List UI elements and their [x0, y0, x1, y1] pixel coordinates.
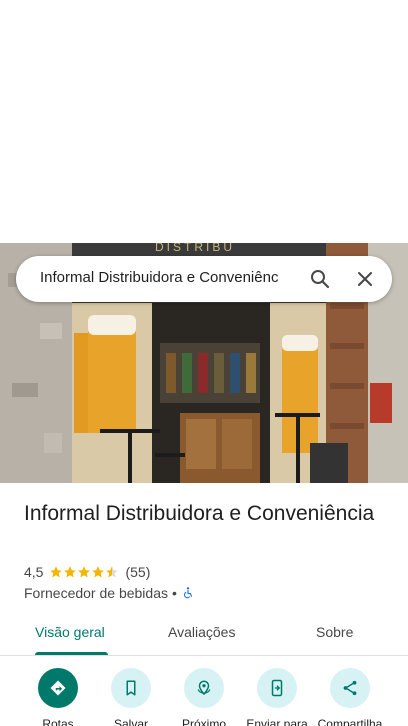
star-icon [92, 566, 105, 578]
nearby-icon [197, 680, 211, 696]
star-icon [64, 566, 77, 578]
save-button[interactable]: Salvar [93, 668, 169, 726]
directions-label: Rotas [42, 717, 74, 726]
search-bar[interactable]: Informal Distribuidora e Conveniênc [16, 256, 392, 302]
search-icon[interactable] [308, 267, 332, 291]
send-to-phone-button[interactable]: Enviar para [239, 668, 315, 726]
action-bar: Rotas Salvar Próximo Enviar para Compart… [0, 668, 408, 726]
tab-indicator [35, 652, 108, 655]
tab-about[interactable]: Sobre [316, 624, 353, 640]
photo-sign-text: DISTRIBU [155, 243, 235, 254]
nearby-label: Próximo [181, 717, 226, 726]
separator-dot: • [172, 585, 177, 601]
category-label: Fornecedor de bebidas [24, 585, 168, 601]
star-icon [50, 566, 63, 578]
place-title: Informal Distribuidora e Conveniência [24, 502, 375, 525]
directions-icon [50, 680, 66, 696]
wheelchair-icon [183, 587, 192, 599]
rating-value: 4,5 [24, 564, 44, 580]
rating-row[interactable]: 4,5 (55) [24, 563, 150, 581]
tab-reviews[interactable]: Avaliações [168, 624, 235, 640]
save-label: Salvar [113, 717, 148, 726]
category-row: Fornecedor de bebidas • [24, 584, 195, 602]
send-to-label: Enviar para [246, 717, 308, 726]
share-icon [343, 680, 357, 696]
directions-button[interactable]: Rotas [20, 668, 96, 726]
bookmark-icon [126, 680, 136, 696]
star-icon [78, 566, 91, 578]
tab-bar: Visão geral Avaliações Sobre [0, 618, 408, 656]
send-to-phone-icon [271, 679, 283, 697]
review-count[interactable]: (55) [125, 564, 150, 580]
half-star-icon [106, 566, 119, 578]
share-label: Compartilha [317, 717, 383, 726]
tab-overview[interactable]: Visão geral [35, 624, 105, 640]
share-button[interactable]: Compartilha [312, 668, 388, 726]
map-blank-area [0, 0, 408, 243]
rating-stars [49, 565, 119, 579]
search-input[interactable]: Informal Distribuidora e Conveniênc [40, 269, 288, 286]
close-icon[interactable] [353, 267, 377, 291]
nearby-button[interactable]: Próximo [166, 668, 242, 726]
